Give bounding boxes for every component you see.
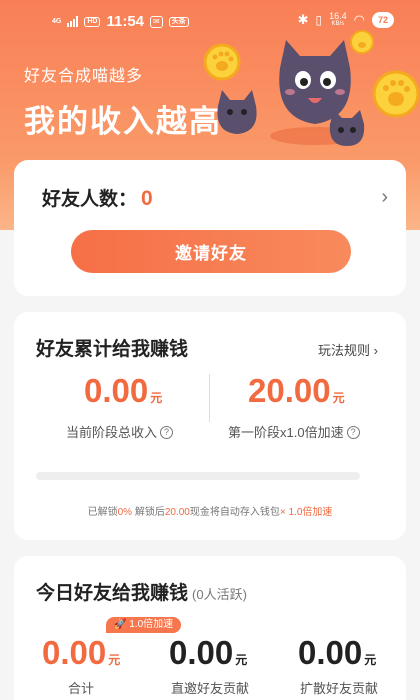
rules-link-label: 玩法规则 [318, 343, 371, 358]
stage-accel-unit: 元 [332, 391, 345, 405]
today-total-label: 合计 [68, 681, 95, 696]
spread-contribution-label: 扩散好友贡献 [300, 681, 379, 696]
chevron-right-icon: › [373, 343, 378, 358]
today-title-row: 今日好友给我赚钱 (0人活跃) [36, 578, 247, 605]
friends-count-label: 好友人数： [42, 189, 138, 210]
current-income-value: 0.00 元 [84, 372, 162, 410]
cat-mascot-icon [279, 40, 351, 124]
paw-coin-icon [203, 43, 241, 81]
friends-count-value: 0 [141, 187, 153, 210]
wifi-icon: ◠ [353, 12, 365, 27]
hero-subtitle: 好友合成喵越多 [24, 68, 144, 85]
cumulative-earnings-card: 好友累计给我赚钱 玩法规则 › 0.00 元 当前阶段总收入? 20.00 元 第一… [14, 312, 406, 540]
current-income-label: 当前阶段总收入 [66, 425, 158, 440]
cumulative-title: 好友累计给我赚钱 [36, 339, 189, 360]
stage-accel-amount: 20.00 [248, 372, 331, 409]
current-income-label-row[interactable]: 当前阶段总收入? [66, 422, 174, 441]
status-time: 11:54 [106, 13, 145, 30]
active-count: (0人活跃) [192, 587, 247, 602]
direct-contribution-unit: 元 [235, 653, 248, 667]
unlock-note: 已解锁0% 解锁后20.00现金将自动存入钱包× 1.0倍加速 [14, 503, 406, 518]
today-total-value: 0.00 元 [42, 634, 120, 672]
net-speed-unit: KB/s [331, 21, 345, 27]
hd-badge: HD [84, 16, 101, 27]
today-total-unit: 元 [108, 653, 121, 667]
note-text: 现金将自动存入钱包 [189, 507, 280, 518]
stage-accel-label: 第一阶段x1.0倍加速 [228, 425, 344, 440]
direct-contribution-amount: 0.00 [169, 634, 234, 671]
stage-accel-value: 20.00 元 [248, 372, 345, 410]
note-multiplier: × 1.0倍加速 [279, 507, 333, 518]
paw-coin-icon [372, 70, 420, 118]
hero-title: 我的收入越高 [24, 104, 222, 139]
invite-friends-button[interactable]: 邀请好友 [71, 230, 351, 273]
note-percent: 0% [117, 507, 133, 518]
vibrate-icon: ▯ [315, 13, 323, 27]
rules-link[interactable]: 玩法规则 › [318, 340, 378, 359]
stage-accel-label-row[interactable]: 第一阶段x1.0倍加速? [228, 422, 360, 441]
help-icon[interactable]: ? [346, 426, 360, 439]
note-amount: 20.00 [164, 507, 190, 518]
cat-coin-illustration [203, 30, 420, 146]
today-total-amount: 0.00 [42, 634, 107, 671]
chevron-right-icon[interactable]: › [381, 186, 388, 209]
note-text: 已解锁 [87, 507, 118, 518]
spread-contribution-unit: 元 [364, 653, 377, 667]
spread-contribution-amount: 0.00 [298, 634, 363, 671]
current-income-amount: 0.00 [84, 372, 149, 409]
network-type: 4G [52, 18, 62, 25]
today-earnings-card: 今日好友给我赚钱 (0人活跃) 🚀 1.0倍加速 0.00 元 合计 0.00 元 直… [14, 556, 406, 700]
app-notification-chip: 头条 [168, 16, 189, 27]
signal-icon [67, 16, 79, 27]
today-title: 今日好友给我赚钱 [36, 583, 189, 604]
cat-mascot-icon [329, 110, 365, 146]
stats-divider [209, 374, 210, 422]
net-speed: 16.4 KB/s [329, 12, 347, 28]
speed-badge: 🚀 1.0倍加速 [106, 617, 182, 633]
friends-count-row[interactable]: 好友人数： 0 [42, 184, 153, 211]
friends-card[interactable]: 好友人数： 0 › 邀请好友 [14, 160, 406, 296]
paw-coin-icon [350, 30, 374, 54]
help-icon[interactable]: ? [160, 426, 174, 439]
status-right: ✱ ▯ 16.4 KB/s ◠ 72 [298, 12, 394, 28]
net-speed-value: 16.4 [329, 11, 347, 21]
unlock-progress-bar [36, 472, 360, 480]
spread-contribution-value: 0.00 元 [298, 634, 376, 672]
direct-contribution-value: 0.00 元 [169, 634, 247, 672]
message-icon: ✉ [150, 15, 163, 28]
direct-contribution-label: 直邀好友贡献 [171, 681, 250, 696]
note-text: 解锁后 [132, 507, 165, 518]
battery-icon: 72 [372, 12, 394, 28]
current-income-unit: 元 [150, 391, 163, 405]
cat-mascot-icon [217, 90, 257, 134]
bluetooth-icon: ✱ [297, 12, 309, 27]
status-left: 4G HD 11:54 ✉ 头条 [52, 13, 189, 30]
